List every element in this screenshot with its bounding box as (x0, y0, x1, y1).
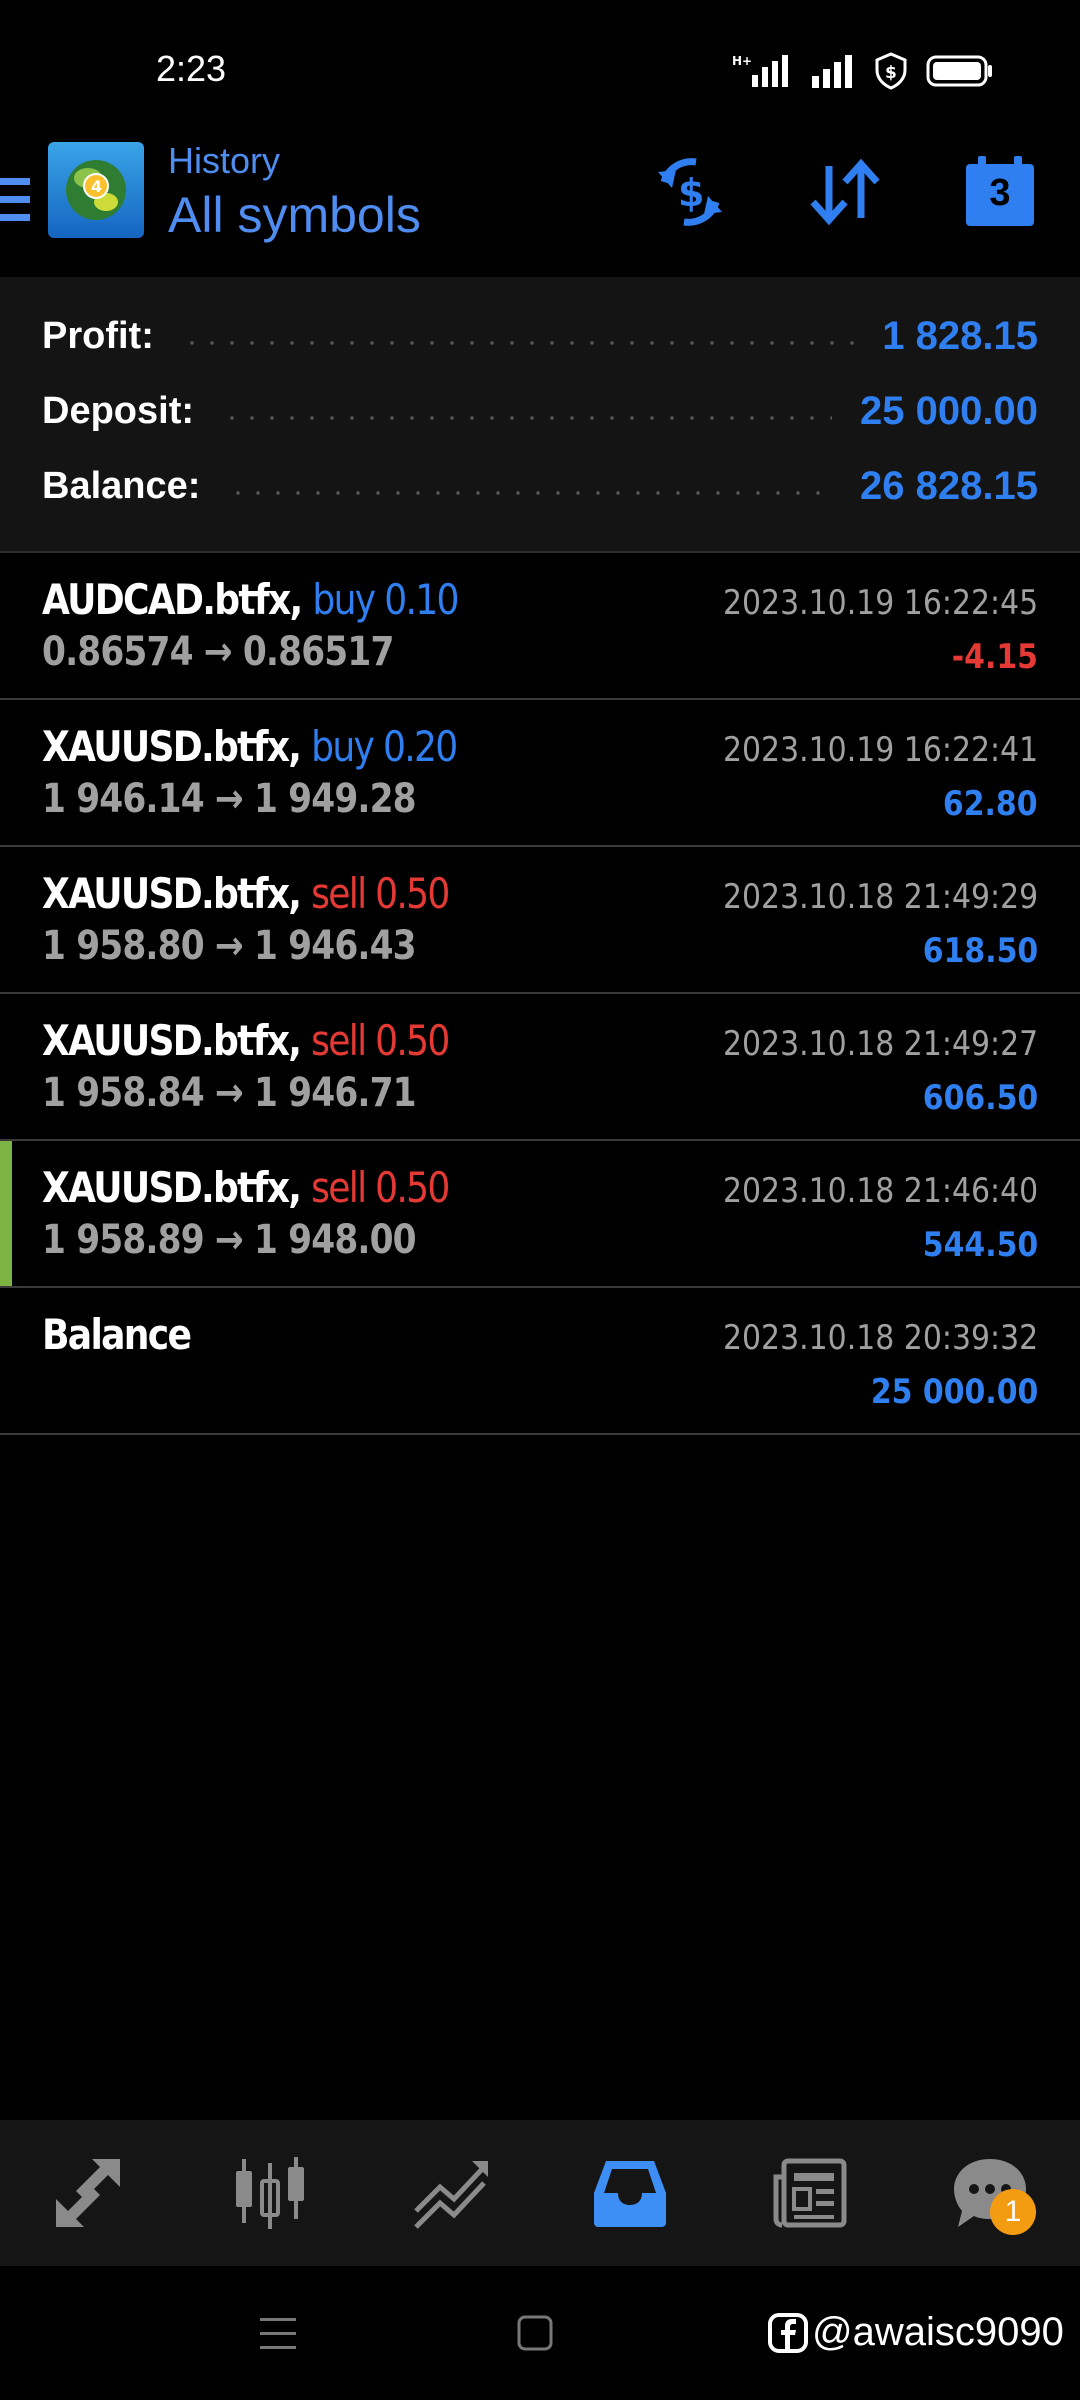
app-header: 4 History All symbols $ 3 (0, 140, 1080, 275)
profit-value: 1 828.15 (882, 313, 1038, 358)
trade-profit: 606.50 (922, 1078, 1038, 1118)
newspaper-icon (773, 2158, 847, 2228)
balance-row: Balance: 26 828.15 (42, 461, 1038, 511)
status-icons: H+ $ (732, 52, 994, 90)
trade-symbol: XAUUSD.btfx, (42, 722, 302, 771)
signal-icon (812, 55, 852, 88)
nav-chart[interactable] (220, 2143, 320, 2243)
trade-header: XAUUSD.btfx, sell 0.50 (42, 1163, 450, 1212)
currency-exchange-icon[interactable]: $ (650, 152, 730, 232)
balance-label: Balance: (42, 464, 201, 507)
svg-text:$: $ (885, 63, 897, 83)
nav-history[interactable] (580, 2143, 680, 2243)
calendar-button[interactable]: 3 (960, 152, 1040, 232)
watermark-handle: @awaisc9090 (812, 2310, 1064, 2354)
dot-leader (222, 416, 833, 420)
nav-quotes[interactable] (40, 2143, 140, 2243)
balance-entry-header: Balance (42, 1310, 192, 1359)
profit-label: Profit: (42, 314, 154, 357)
header-title[interactable]: All symbols (168, 186, 421, 244)
svg-text:4: 4 (91, 177, 102, 196)
menu-icon[interactable] (0, 170, 32, 230)
balance-entry-row[interactable]: Balance 2023.10.18 20:39:32 25 000.00 (0, 1288, 1080, 1435)
trade-row[interactable]: XAUUSD.btfx, sell 0.50 1 958.89 → 1 948.… (0, 1141, 1080, 1288)
trade-profit: -4.15 (951, 637, 1038, 677)
trade-prices: 1 958.89 → 1 948.00 (42, 1217, 417, 1263)
quotes-arrows-icon (56, 2159, 120, 2227)
trade-header: XAUUSD.btfx, buy 0.20 (42, 722, 458, 771)
trade-row[interactable]: XAUUSD.btfx, buy 0.20 1 946.14 → 1 949.2… (0, 700, 1080, 847)
trade-list: AUDCAD.btfx, buy 0.10 0.86574 → 0.86517 … (0, 553, 1080, 1435)
trade-prices: 1 958.80 → 1 946.43 (42, 923, 417, 969)
trade-header: AUDCAD.btfx, buy 0.10 (42, 575, 459, 624)
history-summary: Profit: 1 828.15 Deposit: 25 000.00 Bala… (0, 277, 1080, 553)
status-bar: 2:23 H+ $ (0, 0, 1080, 140)
trade-time: 2023.10.18 21:46:40 (722, 1171, 1038, 1211)
inbox-tray-icon (594, 2161, 666, 2227)
trade-row[interactable]: XAUUSD.btfx, sell 0.50 1 958.84 → 1 946.… (0, 994, 1080, 1141)
dot-leader (228, 491, 833, 495)
candlestick-icon (236, 2157, 304, 2229)
trade-time: 2023.10.19 16:22:45 (722, 583, 1038, 623)
trade-direction: buy 0.10 (312, 575, 459, 624)
trade-profit: 544.50 (922, 1225, 1038, 1265)
status-time: 2:23 (156, 48, 227, 89)
trade-direction: sell 0.50 (311, 1016, 450, 1065)
home-icon[interactable] (516, 2314, 556, 2354)
trade-symbol: AUDCAD.btfx, (42, 575, 303, 624)
profit-row: Profit: 1 828.15 (42, 311, 1038, 361)
balance-value: 26 828.15 (860, 463, 1038, 508)
mobile-signal-icon: H+ (732, 54, 788, 87)
trade-row[interactable]: XAUUSD.btfx, sell 0.50 1 958.80 → 1 946.… (0, 847, 1080, 994)
trade-row[interactable]: AUDCAD.btfx, buy 0.10 0.86574 → 0.86517 … (0, 553, 1080, 700)
battery-icon (926, 55, 992, 87)
deposit-row: Deposit: 25 000.00 (42, 386, 1038, 436)
trade-header: XAUUSD.btfx, sell 0.50 (42, 1016, 450, 1065)
trade-direction: sell 0.50 (311, 869, 450, 918)
trade-profit: 62.80 (943, 784, 1038, 824)
trade-symbol: XAUUSD.btfx, (42, 869, 302, 918)
trade-time: 2023.10.18 21:49:29 (722, 877, 1038, 917)
trade-symbol: XAUUSD.btfx, (42, 1163, 302, 1212)
nav-news[interactable] (760, 2143, 860, 2243)
messages-badge: 1 (990, 2189, 1036, 2235)
sort-icon[interactable] (805, 152, 885, 232)
bottom-navigation: 1 (0, 2120, 1080, 2266)
nav-trade[interactable] (400, 2143, 500, 2243)
trade-prices: 1 946.14 → 1 949.28 (42, 776, 417, 822)
trade-symbol: XAUUSD.btfx, (42, 1016, 302, 1065)
trade-direction: buy 0.20 (311, 722, 458, 771)
deposit-value: 25 000.00 (860, 388, 1038, 433)
trade-header: XAUUSD.btfx, sell 0.50 (42, 869, 450, 918)
facebook-logo-icon (768, 2312, 808, 2353)
dot-leader (181, 341, 855, 345)
recent-apps-icon[interactable] (258, 2314, 298, 2354)
balance-entry-time: 2023.10.18 20:39:32 (722, 1318, 1038, 1358)
trade-direction: sell 0.50 (311, 1163, 450, 1212)
svg-text:H+: H+ (732, 54, 752, 68)
vpn-shield-icon: $ (875, 52, 907, 90)
balance-entry-label: Balance (42, 1310, 192, 1359)
balance-entry-amount: 25 000.00 (870, 1372, 1038, 1412)
trade-prices: 0.86574 → 0.86517 (42, 629, 394, 675)
deposit-label: Deposit: (42, 389, 194, 432)
header-subtitle: History (168, 140, 281, 181)
calendar-number: 3 (989, 172, 1011, 214)
watermark: @awaisc9090 (768, 2310, 1064, 2355)
svg-text:$: $ (678, 171, 704, 215)
nav-messages[interactable]: 1 (940, 2143, 1040, 2243)
trade-time: 2023.10.18 21:49:27 (722, 1024, 1038, 1064)
trade-prices: 1 958.84 → 1 946.71 (42, 1070, 417, 1116)
history-screen: 2:23 H+ $ 4 History All symbols $ 3 Prof… (0, 0, 1080, 2400)
trade-profit: 618.50 (922, 931, 1038, 971)
trade-time: 2023.10.19 16:22:41 (722, 730, 1038, 770)
trend-lines-icon (414, 2161, 488, 2229)
app-logo: 4 (48, 142, 144, 238)
